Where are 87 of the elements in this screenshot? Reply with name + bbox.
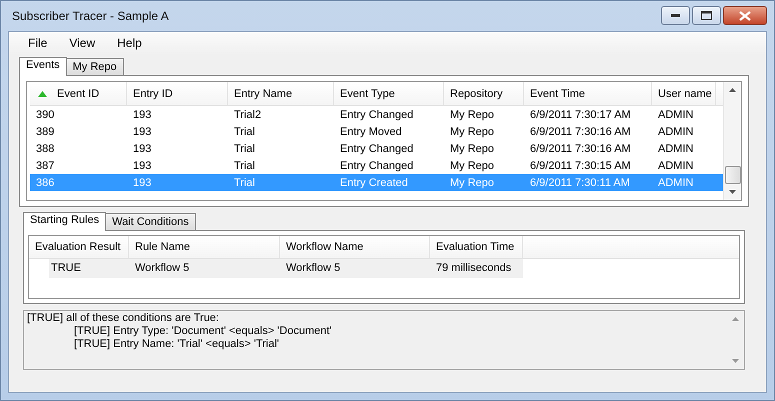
column-header[interactable]: Event Time	[524, 82, 652, 105]
table-cell-text: ADMIN	[657, 160, 694, 172]
details-text-area[interactable]: [TRUE] all of these conditions are True: [TRUE] Entry Type: 'Document' <equals> 'Document' [TRUE] Entry Name: 'Trial' <equals> 'Trial'	[23, 310, 745, 370]
table-cell-text: 388	[35, 142, 56, 154]
tab[interactable]: Events	[19, 57, 67, 76]
table-cell-text: Entry Created	[339, 176, 409, 188]
close-icon	[739, 10, 751, 20]
column-header[interactable]: Entry ID	[127, 82, 228, 105]
table-cell: Workflow 5	[280, 259, 430, 278]
column-header[interactable]: User name	[652, 82, 716, 105]
table-cell-text: Entry Changed	[339, 108, 414, 120]
table-cell-text: ADMIN	[657, 126, 694, 138]
maximize-icon	[701, 11, 712, 20]
column-header[interactable]: Evaluation Result	[29, 236, 129, 258]
menu-item[interactable]: View	[58, 36, 106, 50]
table-cell-text: 193	[132, 160, 152, 172]
column-label: Event ID	[57, 88, 100, 100]
table-cell-text: ADMIN	[657, 142, 694, 154]
table-cell: Workflow 5	[129, 259, 280, 278]
table-cell-text: Entry Moved	[339, 126, 403, 138]
column-label: Repository	[450, 88, 503, 100]
menu-item[interactable]: Help	[106, 36, 153, 50]
table-cell-text: My Repo	[449, 108, 496, 120]
column-label: User name	[658, 88, 712, 100]
table-cell-text: ADMIN	[657, 176, 694, 188]
table-cell-text: 6/9/2011 7:30:11 AM	[529, 176, 631, 188]
column-header[interactable]: Workflow Name	[280, 236, 430, 258]
table-cell-text: My Repo	[449, 176, 496, 188]
window-title: Subscriber Tracer - Sample A	[11, 9, 169, 23]
table-cell-text: 6/9/2011 7:30:17 AM	[529, 108, 632, 120]
table-cell-text: 6/9/2011 7:30:16 AM	[529, 126, 632, 138]
column-header[interactable]: Evaluation Time	[430, 236, 523, 258]
table-cell-text: 193	[132, 126, 152, 138]
table-cell-text: Trial	[233, 176, 256, 188]
table-cell-text: 390	[35, 108, 56, 120]
table-cell-text: 193	[132, 108, 152, 120]
table-cell-text: 389	[35, 126, 56, 138]
table-row[interactable]: 388 193 Trial Entry Changed My Repo 6/9/2011 7:30:16 AM ADMIN	[30, 140, 723, 157]
column-header[interactable]: Rule Name	[129, 236, 280, 258]
scroll-up-icon[interactable]	[729, 88, 736, 92]
column-label: Entry Name	[234, 88, 292, 100]
text-line: [TRUE] all of these conditions are True:	[27, 312, 220, 325]
minimize-icon	[670, 14, 680, 18]
table-cell-text: Trial	[233, 160, 256, 172]
text-line: [TRUE] Entry Type: 'Document' <equals> 'Document'	[73, 325, 333, 338]
table-row[interactable]: 390 193 Trial2 Entry Changed My Repo 6/9/2011 7:30:17 AM ADMIN	[30, 106, 723, 123]
table-cell: 79 milliseconds	[430, 259, 523, 278]
table-cell-text: Entry Changed	[339, 160, 414, 172]
table-cell-text: 193	[132, 142, 152, 154]
column-label: Event Time	[530, 88, 586, 100]
column-label: Evaluation Result	[35, 241, 121, 253]
table-cell-text: My Repo	[449, 126, 496, 138]
tab[interactable]: Starting Rules	[23, 212, 106, 231]
table-cell-text: Entry Changed	[339, 142, 414, 154]
table-cell-text: My Repo	[449, 142, 496, 154]
table-cell-text: My Repo	[449, 160, 496, 172]
table-row[interactable]: TRUE Workflow 5 Workflow 5 79 milliseconds	[29, 259, 739, 278]
table-cell-text: Trial	[233, 126, 256, 138]
scroll-down-icon[interactable]	[729, 190, 736, 194]
table-cell-text: 386	[35, 176, 56, 188]
column-header[interactable]: Event ID	[30, 82, 127, 105]
maximize-button[interactable]	[692, 6, 721, 25]
column-header[interactable]: Repository	[444, 82, 524, 105]
close-button[interactable]	[723, 6, 767, 25]
minimize-button[interactable]	[661, 6, 690, 25]
table-cell-text: 6/9/2011 7:30:16 AM	[529, 142, 632, 154]
column-label: Entry ID	[133, 88, 173, 100]
table-cell-text: 193	[132, 176, 152, 188]
column-label: Rule Name	[135, 241, 190, 253]
column-header[interactable]: Entry Name	[228, 82, 334, 105]
scrollbar[interactable]	[723, 82, 741, 200]
tab[interactable]: My Repo	[66, 58, 124, 75]
table-row[interactable]: 389 193 Trial Entry Moved My Repo 6/9/2011 7:30:16 AM ADMIN	[30, 123, 723, 140]
table-cell-text: 6/9/2011 7:30:15 AM	[529, 160, 632, 172]
column-header[interactable]: Event Type	[334, 82, 444, 105]
column-label: Event Type	[340, 88, 395, 100]
text-line: [TRUE] Entry Name: 'Trial' <equals> 'Trial'	[73, 338, 280, 351]
table-row[interactable]: 387 193 Trial Entry Changed My Repo 6/9/2011 7:30:15 AM ADMIN	[30, 157, 723, 174]
table-cell-text: 387	[35, 160, 56, 172]
tab[interactable]: Wait Conditions	[105, 213, 196, 230]
scroll-thumb[interactable]	[724, 166, 740, 184]
menu-item[interactable]: File	[17, 36, 58, 50]
column-label: Workflow Name	[286, 241, 364, 253]
table-cell-text: Trial	[233, 142, 256, 154]
table-cell-text: ADMIN	[657, 108, 694, 120]
table-cell-text: Trial2	[233, 108, 262, 120]
column-label: Evaluation Time	[436, 241, 514, 253]
